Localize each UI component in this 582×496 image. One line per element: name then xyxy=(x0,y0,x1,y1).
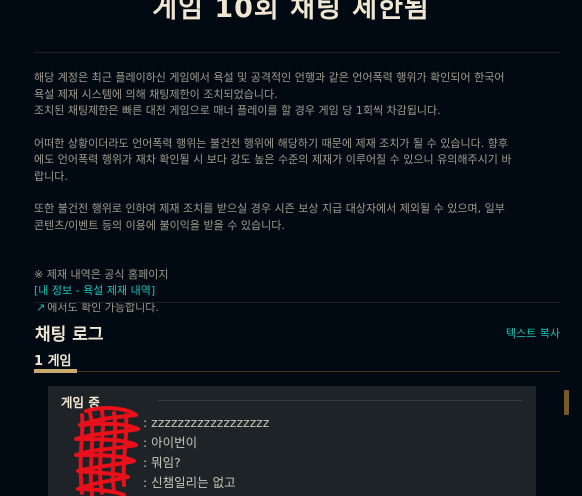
scrollbar-thumb[interactable] xyxy=(564,390,569,415)
description-paragraph-3: 또한 불건전 행위로 인하여 제재 조치를 받으실 경우 시즌 보상 지급 대상… xyxy=(34,202,505,232)
chat-message: : zzzzzzzzzzzzzzzzzz xyxy=(70,413,269,433)
description-paragraph-1: 해당 계정은 최근 플레이하신 게임에서 욕설 및 공격적인 언행과 같은 언어… xyxy=(34,71,505,117)
notice-prefix: ※ 제재 내역은 공식 홈페이지 xyxy=(34,267,169,281)
restriction-description: 해당 계정은 최근 플레이하신 게임에서 욕설 및 공격적인 언행과 같은 언어… xyxy=(34,70,564,332)
divider xyxy=(34,302,560,303)
description-paragraph-2: 어떠한 상황이더라도 언어폭력 행위는 불건전 행위에 해당하기 때문에 제재 … xyxy=(34,136,512,183)
tab-selected-indicator xyxy=(34,369,77,373)
page-title: 게임 10회 채팅 제한됨 xyxy=(152,0,430,24)
copy-text-button[interactable]: 텍스트 복사 xyxy=(506,325,560,341)
tab-divider xyxy=(77,371,560,372)
section-divider xyxy=(158,400,522,401)
chat-message-list: : zzzzzzzzzzzzzzzzzz : 아이번이 : 뭐임? : 신챔일리… xyxy=(70,413,269,493)
tab-game-1[interactable]: 1 게임 xyxy=(34,350,76,369)
chat-message: : 아이번이 xyxy=(70,433,269,453)
divider xyxy=(34,52,560,53)
chat-message-text: : 뭐임? xyxy=(143,455,181,470)
chat-message-text: : zzzzzzzzzzzzzzzzzz xyxy=(143,415,270,430)
chat-message: : 신챔일리는 없고 xyxy=(70,473,269,493)
chat-message: : 뭐임? xyxy=(70,453,269,473)
chat-message-text: : 신챔일리는 없고 xyxy=(143,475,236,490)
sanction-history-link[interactable]: [내 정보 - 욕설 제재 내역] xyxy=(34,284,155,297)
chat-log-panel: 게임 중 : zzzzzzzzzzzzzzzzzz : 아이번이 : 뭐임? :… xyxy=(48,386,536,496)
chat-restriction-window: 게임 10회 채팅 제한됨 해당 계정은 최근 플레이하신 게임에서 욕설 및 … xyxy=(0,0,582,496)
chat-section-label: 게임 중 xyxy=(61,395,100,410)
chat-log-title: 채팅 로그 xyxy=(35,325,104,345)
chat-message-text: : 아이번이 xyxy=(143,435,198,450)
sanction-history-notice: ※ 제재 내역은 공식 홈페이지 [내 정보 - 욕설 제재 내역] ↗ 에서도 … xyxy=(34,250,564,316)
